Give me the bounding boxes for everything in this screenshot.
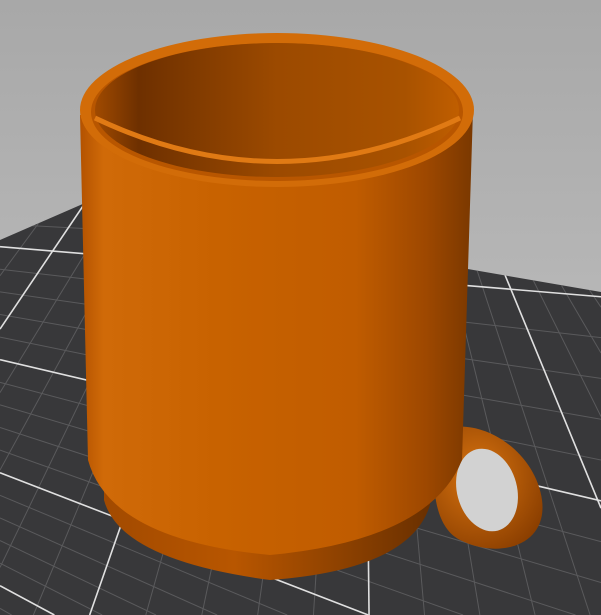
scene[interactable] [0, 0, 601, 615]
3d-viewport[interactable] [0, 0, 601, 615]
